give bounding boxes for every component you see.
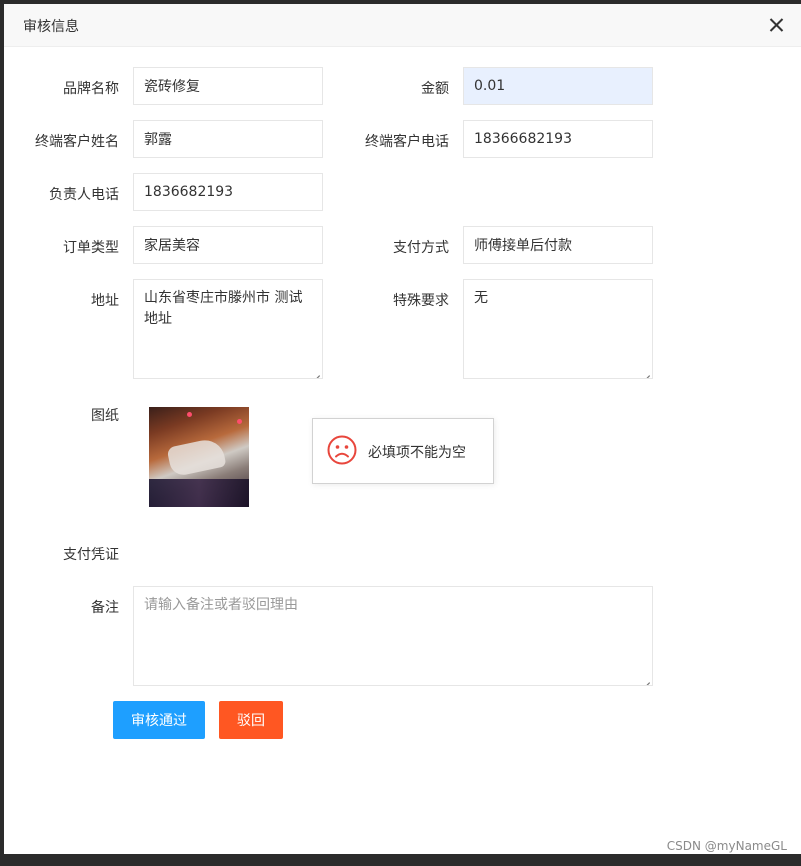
sad-face-icon [327, 435, 357, 465]
error-toast: 必填项不能为空 [312, 418, 494, 484]
dialog-titlebar: 审核信息 [4, 4, 801, 47]
thumbnail-dot [187, 412, 192, 417]
special-textarea[interactable]: 无 [463, 279, 653, 379]
remark-placeholder: 请输入备注或者驳回理由 [144, 597, 298, 613]
order-type-field[interactable]: 家居美容 [133, 226, 323, 264]
customer-name-label: 终端客户姓名 [35, 134, 119, 150]
order-type-label: 订单类型 [63, 240, 119, 256]
thumbnail-overlay [149, 479, 249, 507]
manager-phone-label: 负责人电话 [49, 187, 119, 203]
close-icon[interactable] [766, 14, 788, 36]
address-text: 山东省枣庄市滕州市 测试地址 [144, 290, 303, 327]
drawing-label: 图纸 [91, 408, 119, 424]
drawing-thumbnail[interactable] [149, 407, 249, 507]
reject-button[interactable]: 驳回 [219, 701, 283, 739]
payment-method-field[interactable]: 师傅接单后付款 [463, 226, 653, 264]
dialog-title: 审核信息 [23, 19, 79, 35]
special-label: 特殊要求 [393, 293, 449, 309]
thumbnail-highlight [166, 436, 227, 478]
toast-message: 必填项不能为空 [368, 445, 466, 461]
special-text: 无 [474, 290, 488, 306]
customer-name-field[interactable]: 郭露 [133, 120, 323, 158]
address-label: 地址 [91, 293, 119, 309]
resize-handle-icon[interactable] [642, 675, 650, 683]
amount-label: 金额 [421, 81, 449, 97]
voucher-label: 支付凭证 [63, 547, 119, 563]
amount-field[interactable]: 0.01 [463, 67, 653, 105]
customer-phone-field[interactable]: 18366682193 [463, 120, 653, 158]
approve-button[interactable]: 审核通过 [113, 701, 205, 739]
customer-phone-label: 终端客户电话 [365, 134, 449, 150]
remark-label: 备注 [91, 600, 119, 616]
audit-dialog: 审核信息 品牌名称 瓷砖修复 金额 0.01 终端客户姓名 郭露 终端客户电话 … [4, 4, 801, 854]
payment-method-label: 支付方式 [393, 240, 449, 256]
remark-textarea[interactable]: 请输入备注或者驳回理由 [133, 586, 653, 686]
brand-label: 品牌名称 [63, 81, 119, 97]
watermark: CSDN @myNameGL [666, 839, 787, 853]
brand-field[interactable]: 瓷砖修复 [133, 67, 323, 105]
thumbnail-dot [237, 419, 242, 424]
manager-phone-field[interactable]: 1836682193 [133, 173, 323, 211]
resize-handle-icon[interactable] [312, 368, 320, 376]
address-textarea[interactable]: 山东省枣庄市滕州市 测试地址 [133, 279, 323, 379]
resize-handle-icon[interactable] [642, 368, 650, 376]
